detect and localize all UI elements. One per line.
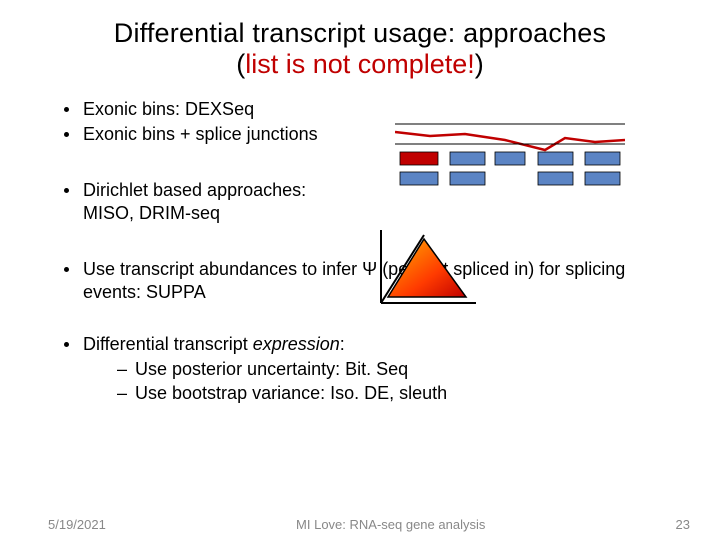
title-red-text: list is not complete!: [245, 49, 475, 79]
bullet-dot-icon: [64, 132, 69, 137]
bullet-group-4: Differential transcript expression: – Us…: [64, 333, 672, 407]
title-line-1: Differential transcript usage: approache…: [0, 18, 720, 49]
paren-close: ): [475, 49, 484, 79]
dash-icon: –: [117, 382, 127, 405]
title-line-2: (list is not complete!): [0, 49, 720, 80]
dirichlet-simplex-diagram: [366, 225, 486, 310]
bullet-dot-icon: [64, 107, 69, 112]
slide-footer: 5/19/2021 MI Love: RNA-seq gene analysis…: [0, 517, 720, 532]
bullet-text: Differential transcript expression: – Us…: [83, 333, 447, 407]
bullet-5-suffix: :: [340, 334, 345, 354]
sub-text: Use posterior uncertainty: Bit. Seq: [135, 358, 408, 381]
dash-icon: –: [117, 358, 127, 381]
slide-title: Differential transcript usage: approache…: [0, 0, 720, 80]
footer-center: MI Love: RNA-seq gene analysis: [296, 517, 485, 532]
paren-open: (: [236, 49, 245, 79]
footer-date: 5/19/2021: [48, 517, 106, 532]
sub-item: – Use posterior uncertainty: Bit. Seq: [117, 358, 447, 381]
bullet-dot-icon: [64, 188, 69, 193]
footer-page-number: 23: [676, 517, 690, 532]
bullet-5-italic: expression: [253, 334, 340, 354]
bullet-text: Exonic bins + splice junctions: [83, 123, 318, 146]
bullet-text: Dirichlet based approaches: MISO, DRIM-s…: [83, 179, 343, 224]
sub-item: – Use bootstrap variance: Iso. DE, sleut…: [117, 382, 447, 405]
bullet-text: Exonic bins: DEXSeq: [83, 98, 254, 121]
bullet-text: Use transcript abundances to infer Ψ (pe…: [83, 258, 643, 303]
exon-bins-diagram: [395, 120, 625, 190]
bullet-dot-icon: [64, 267, 69, 272]
list-item: Differential transcript expression: – Us…: [64, 333, 672, 407]
sub-list: – Use posterior uncertainty: Bit. Seq – …: [83, 358, 447, 405]
bullet-dot-icon: [64, 342, 69, 347]
list-item: Exonic bins: DEXSeq: [64, 98, 672, 121]
bullet-5-prefix: Differential transcript: [83, 334, 253, 354]
sub-text: Use bootstrap variance: Iso. DE, sleuth: [135, 382, 447, 405]
